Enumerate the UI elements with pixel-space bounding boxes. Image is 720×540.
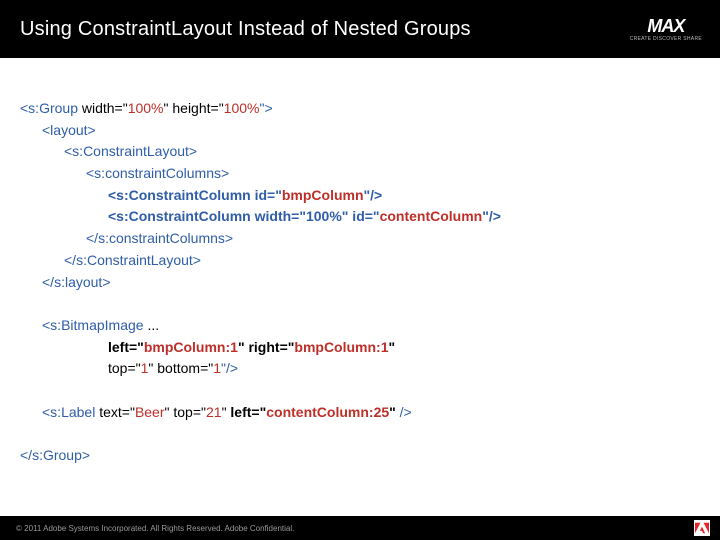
max-logo-tagline: CREATE DISCOVER SHARE [630, 36, 702, 42]
code-line: <layout> [20, 120, 700, 142]
max-logo: MAX CREATE DISCOVER SHARE [630, 17, 702, 42]
code-line: </s:ConstraintLayout> [20, 250, 700, 272]
code-line: left="bmpColumn:1" right="bmpColumn:1" [20, 337, 700, 359]
slide-footer: © 2011 Adobe Systems Incorporated. All R… [0, 516, 720, 540]
slide-title: Using ConstraintLayout Instead of Nested… [20, 18, 471, 41]
code-line: <s:ConstraintColumn width="100%" id="con… [20, 206, 700, 228]
code-line: <s:ConstraintLayout> [20, 141, 700, 163]
code-line: <s:Group width="100%" height="100%"> [20, 98, 700, 120]
max-logo-text: MAX [647, 17, 684, 35]
code-line: </s:Group> [20, 445, 700, 467]
code-line: top="1" bottom="1"/> [20, 358, 700, 380]
code-line: <s:Label text="Beer" top="21" left="cont… [20, 402, 700, 424]
code-line: <s:constraintColumns> [20, 163, 700, 185]
code-line: <s:ConstraintColumn id="bmpColumn"/> [20, 185, 700, 207]
copyright-text: © 2011 Adobe Systems Incorporated. All R… [16, 524, 294, 533]
code-line: </s:constraintColumns> [20, 228, 700, 250]
code-line: </s:layout> [20, 272, 700, 294]
code-block: <s:Group width="100%" height="100%"> <la… [0, 58, 720, 467]
adobe-logo-icon [694, 520, 710, 536]
blank-line [20, 380, 700, 402]
blank-line [20, 293, 700, 315]
slide-header: Using ConstraintLayout Instead of Nested… [0, 0, 720, 58]
blank-line [20, 423, 700, 445]
code-line: <s:BitmapImage ... [20, 315, 700, 337]
